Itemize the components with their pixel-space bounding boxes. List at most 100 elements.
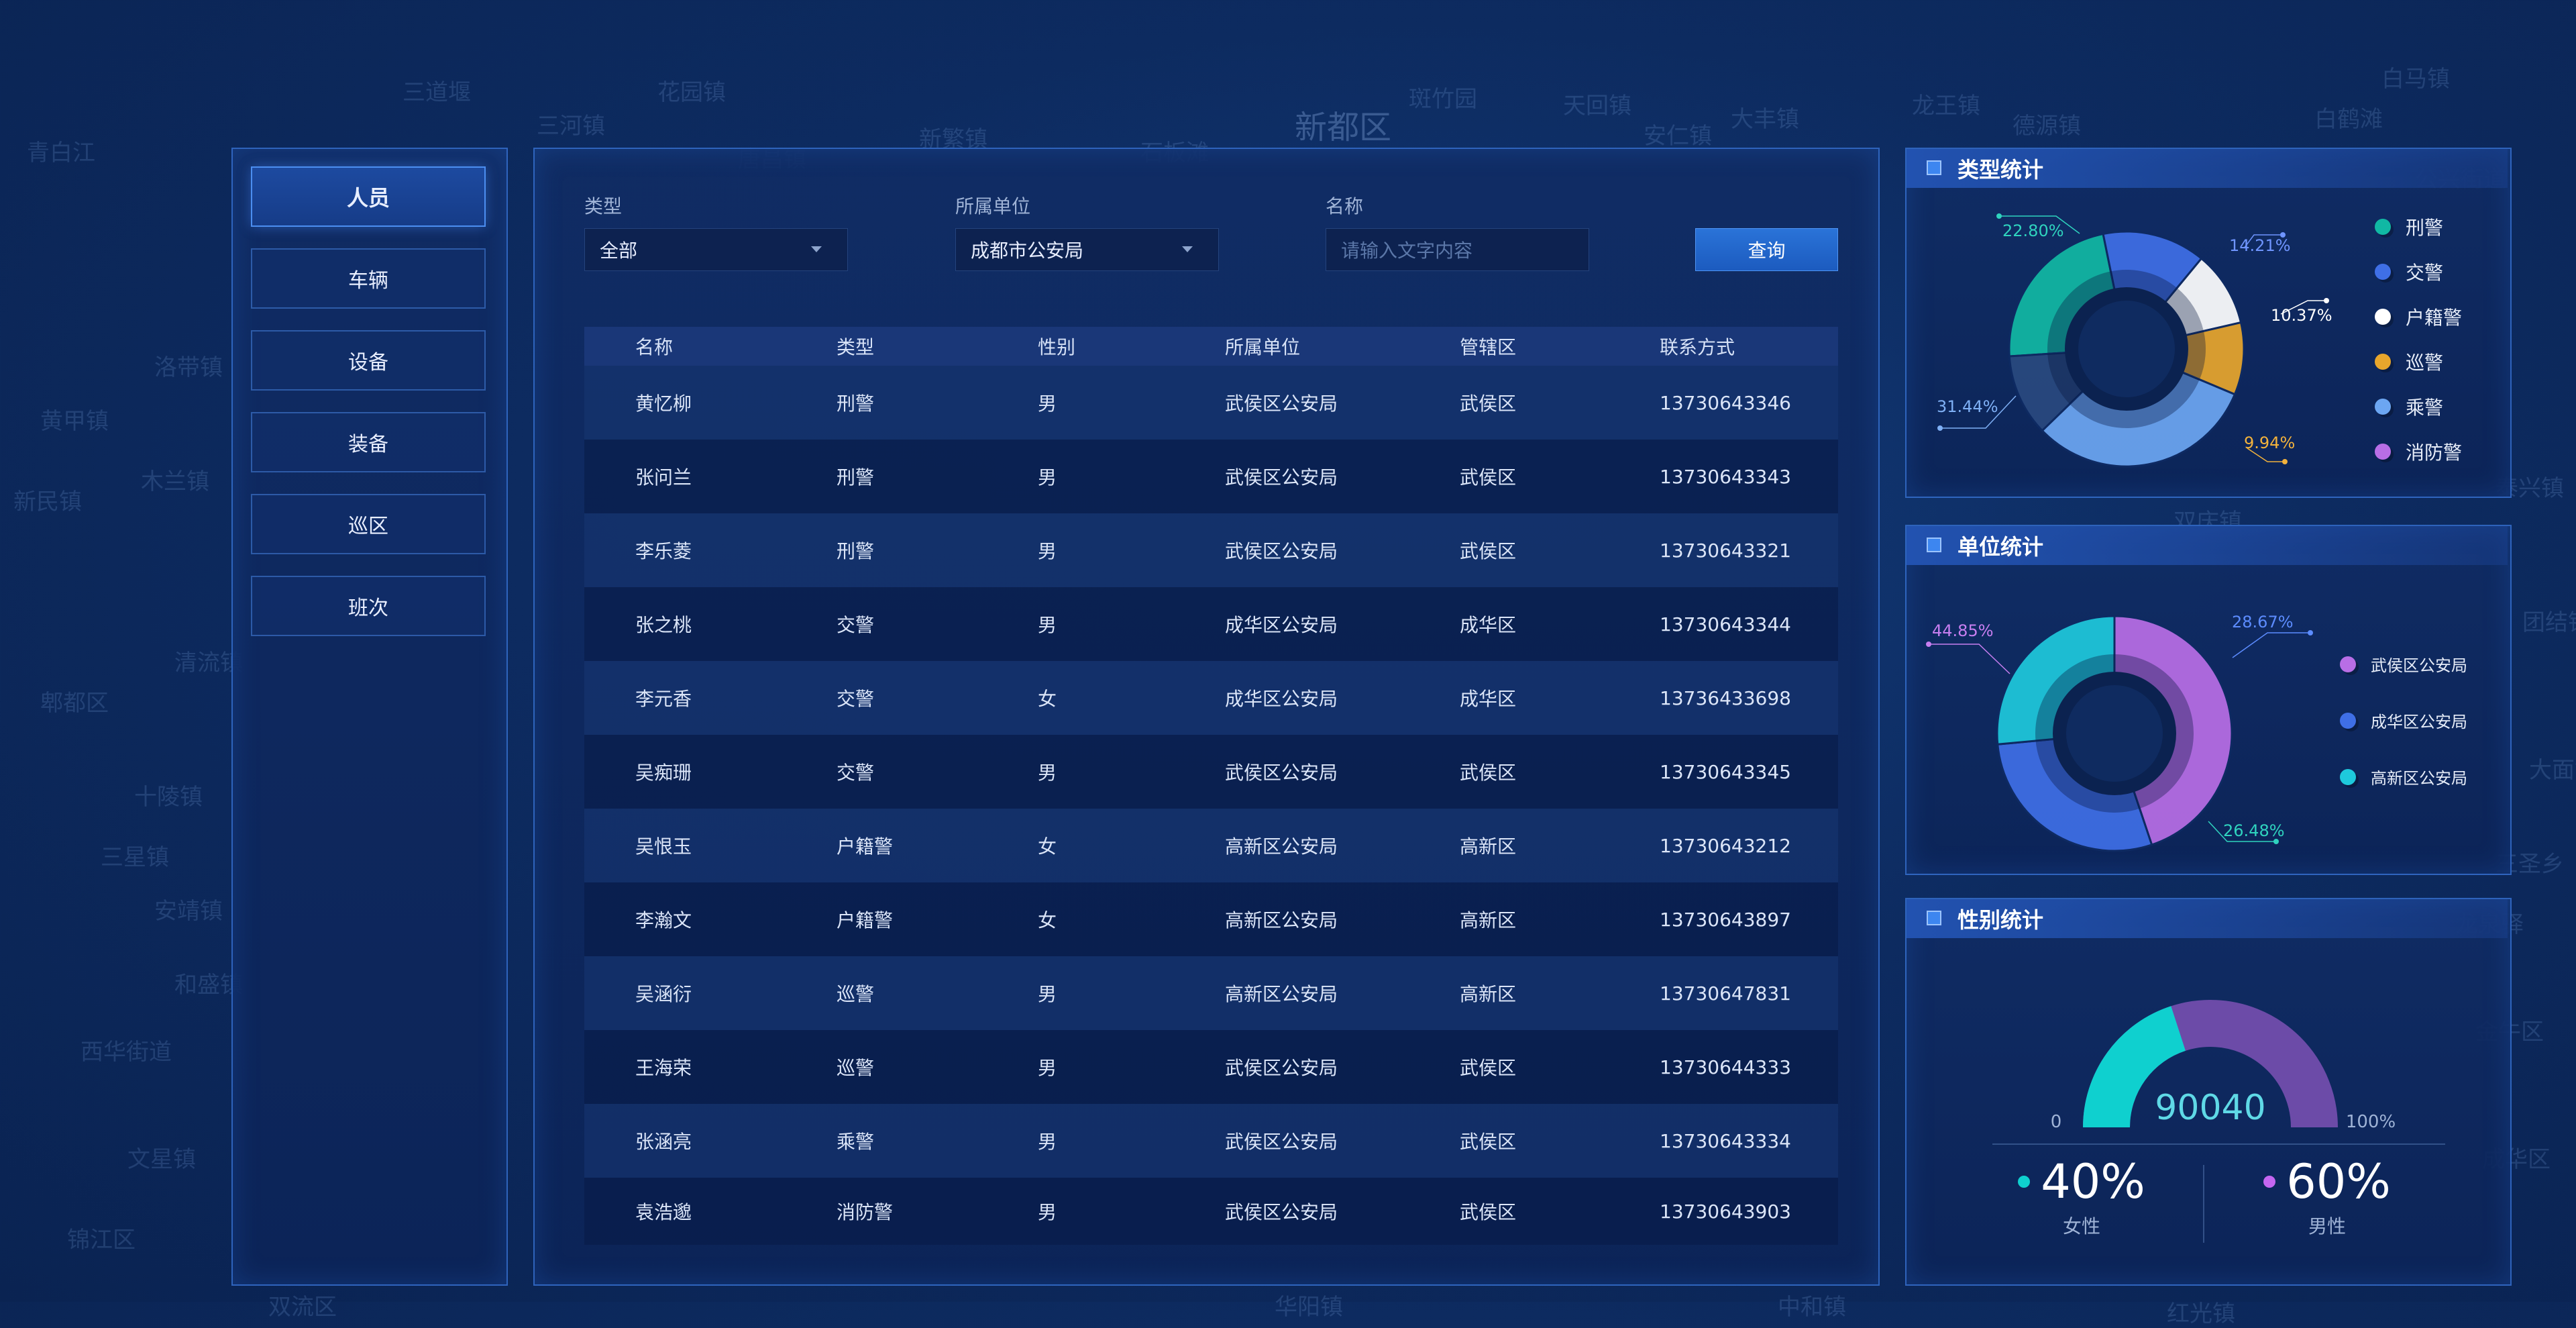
square-icon [1927, 160, 1941, 175]
gauge-total-value: 90040 [2155, 1088, 2265, 1128]
table-cell: 13730643334 [1660, 1129, 1791, 1152]
nav-item-4[interactable]: 巡区 [251, 494, 486, 554]
table-row[interactable]: 李瀚文 户籍警 女 高新区公安局 高新区 13730643897 [584, 882, 1838, 956]
male-label: 男性 [2308, 1215, 2346, 1237]
table-cell: 男 [1038, 983, 1057, 1005]
table-cell: 武侯区公安局 [1225, 1201, 1338, 1223]
table-cell: 户籍警 [837, 835, 894, 858]
map-place-label: 龙王镇 [1912, 93, 1980, 119]
name-input[interactable]: 请输入文字内容 [1326, 228, 1589, 271]
label-dot [1996, 213, 2002, 219]
map-place-label: 新都区 [1295, 109, 1392, 146]
table-cell: 张涵亮 [635, 1131, 692, 1153]
map-place-label: 华阳镇 [1275, 1294, 1343, 1321]
gender-gauge: 90040 0 100% [1992, 1000, 2445, 1145]
table-cell: 武侯区公安局 [1225, 393, 1338, 415]
column-header[interactable]: 名称 [635, 327, 673, 366]
column-header[interactable]: 联系方式 [1660, 327, 1735, 366]
female-stat: 40% 女性 [2018, 1154, 2145, 1239]
table-row[interactable]: 李元香 交警 女 成华区公安局 成华区 13736433698 [584, 661, 1838, 735]
legend-dot-icon [2340, 712, 2356, 729]
query-button[interactable]: 查询 [1695, 228, 1838, 271]
table-cell: 高新区 [1460, 835, 1517, 858]
table-cell: 武侯区公安局 [1225, 1057, 1338, 1079]
table-row[interactable]: 王海荣 巡警 男 武侯区公安局 武侯区 13730644333 [584, 1030, 1838, 1104]
table-row[interactable]: 张问兰 刑警 男 武侯区公安局 武侯区 13730643343 [584, 440, 1838, 513]
legend-label: 成华区公安局 [2371, 713, 2467, 731]
legend-item: 户籍警 [2375, 303, 2462, 330]
table-cell: 男 [1038, 762, 1057, 784]
map-place-label: 安仁镇 [1644, 123, 1712, 150]
female-label: 女性 [2062, 1215, 2100, 1237]
table-row[interactable]: 李乐菱 刑警 男 武侯区公安局 武侯区 13730643321 [584, 513, 1838, 587]
nav-item-2[interactable]: 设备 [251, 330, 486, 391]
square-icon [1927, 911, 1941, 925]
nav-item-0[interactable]: 人员 [251, 166, 486, 227]
legend-label: 乘警 [2406, 397, 2444, 419]
name-input-placeholder: 请输入文字内容 [1341, 240, 1473, 262]
table-cell: 武侯区 [1460, 466, 1517, 489]
map-place-label: 白鹤滩 [2314, 106, 2383, 133]
table-cell: 武侯区 [1460, 762, 1517, 784]
table-cell: 刑警 [837, 466, 875, 489]
label-dot [2308, 630, 2313, 635]
table-cell: 男 [1038, 393, 1057, 415]
nav-item-5[interactable]: 班次 [251, 576, 486, 636]
column-header[interactable]: 性别 [1038, 327, 1075, 366]
nav-item-3[interactable]: 装备 [251, 412, 486, 472]
legend-item: 消防警 [2375, 438, 2462, 465]
table-cell: 成华区 [1460, 688, 1517, 710]
table-row[interactable]: 黄忆柳 刑警 男 武侯区公安局 武侯区 13730643346 [584, 366, 1838, 440]
gender-stats-title: 性别统计 [1957, 907, 2044, 933]
table-cell: 武侯区公安局 [1225, 762, 1338, 784]
data-label: 31.44% [1937, 397, 1998, 416]
table-cell: 女 [1038, 909, 1057, 931]
nav-item-1[interactable]: 车辆 [251, 248, 486, 309]
table-row[interactable]: 吴涵衍 巡警 男 高新区公安局 高新区 13730647831 [584, 956, 1838, 1030]
legend-label: 高新区公安局 [2371, 769, 2467, 788]
legend-dot-icon [2375, 444, 2391, 460]
data-label: 28.67% [2232, 613, 2294, 631]
table-cell: 黄忆柳 [635, 393, 692, 415]
table-cell: 13730643897 [1660, 908, 1791, 931]
table-row[interactable]: 张涵亮 乘警 男 武侯区公安局 武侯区 13730643334 [584, 1104, 1838, 1178]
table-row[interactable]: 吴恨玉 户籍警 女 高新区公安局 高新区 13730643212 [584, 809, 1838, 882]
table-cell: 武侯区 [1460, 393, 1517, 415]
map-place-label: 黄甲镇 [40, 408, 109, 435]
table-cell: 高新区公安局 [1225, 909, 1338, 931]
table-row[interactable]: 吴痴珊 交警 男 武侯区公安局 武侯区 13730643345 [584, 735, 1838, 809]
table-cell: 男 [1038, 466, 1057, 489]
table-cell: 成华区公安局 [1225, 688, 1338, 710]
table-row[interactable]: 张之桃 交警 男 成华区公安局 成华区 13730643344 [584, 587, 1838, 661]
table-cell: 吴痴珊 [635, 762, 692, 784]
map-place-label: 天回镇 [1563, 93, 1631, 119]
type-select[interactable]: 全部 [584, 228, 848, 271]
map-place-label: 锦江区 [67, 1227, 136, 1254]
table-cell: 王海荣 [635, 1057, 692, 1079]
table-row[interactable]: 袁浩邈 消防警 男 武侯区公安局 武侯区 13730643903 [584, 1178, 1838, 1245]
legend-dot-icon [2375, 354, 2391, 370]
gauge-max-label: 100% [2346, 1112, 2396, 1132]
table-cell: 13736433698 [1660, 686, 1791, 709]
column-header[interactable]: 管辖区 [1460, 327, 1516, 366]
map-place-label: 白马镇 [2381, 66, 2450, 93]
column-header[interactable]: 所属单位 [1225, 327, 1300, 366]
label-dot [2324, 298, 2329, 303]
chevron-down-icon [811, 246, 822, 252]
unit-select[interactable]: 成都市公安局 [955, 228, 1219, 271]
table-cell: 李瀚文 [635, 909, 692, 931]
legend-label: 消防警 [2406, 442, 2463, 464]
data-label: 14.21% [2229, 236, 2291, 255]
map-place-label: 三河镇 [537, 113, 605, 140]
legend-item: 交警 [2375, 258, 2443, 285]
map-place-label: 十陵镇 [134, 784, 203, 811]
label-dot [2282, 459, 2288, 464]
column-header[interactable]: 类型 [837, 327, 874, 366]
table-cell: 吴恨玉 [635, 835, 692, 858]
legend-item: 成华区公安局 [2340, 709, 2467, 732]
map-place-label: 郫都区 [40, 690, 109, 717]
table-cell: 男 [1038, 614, 1057, 636]
legend-label: 刑警 [2406, 217, 2444, 239]
donut-hole [2066, 685, 2163, 782]
data-label: 22.80% [2002, 221, 2064, 240]
